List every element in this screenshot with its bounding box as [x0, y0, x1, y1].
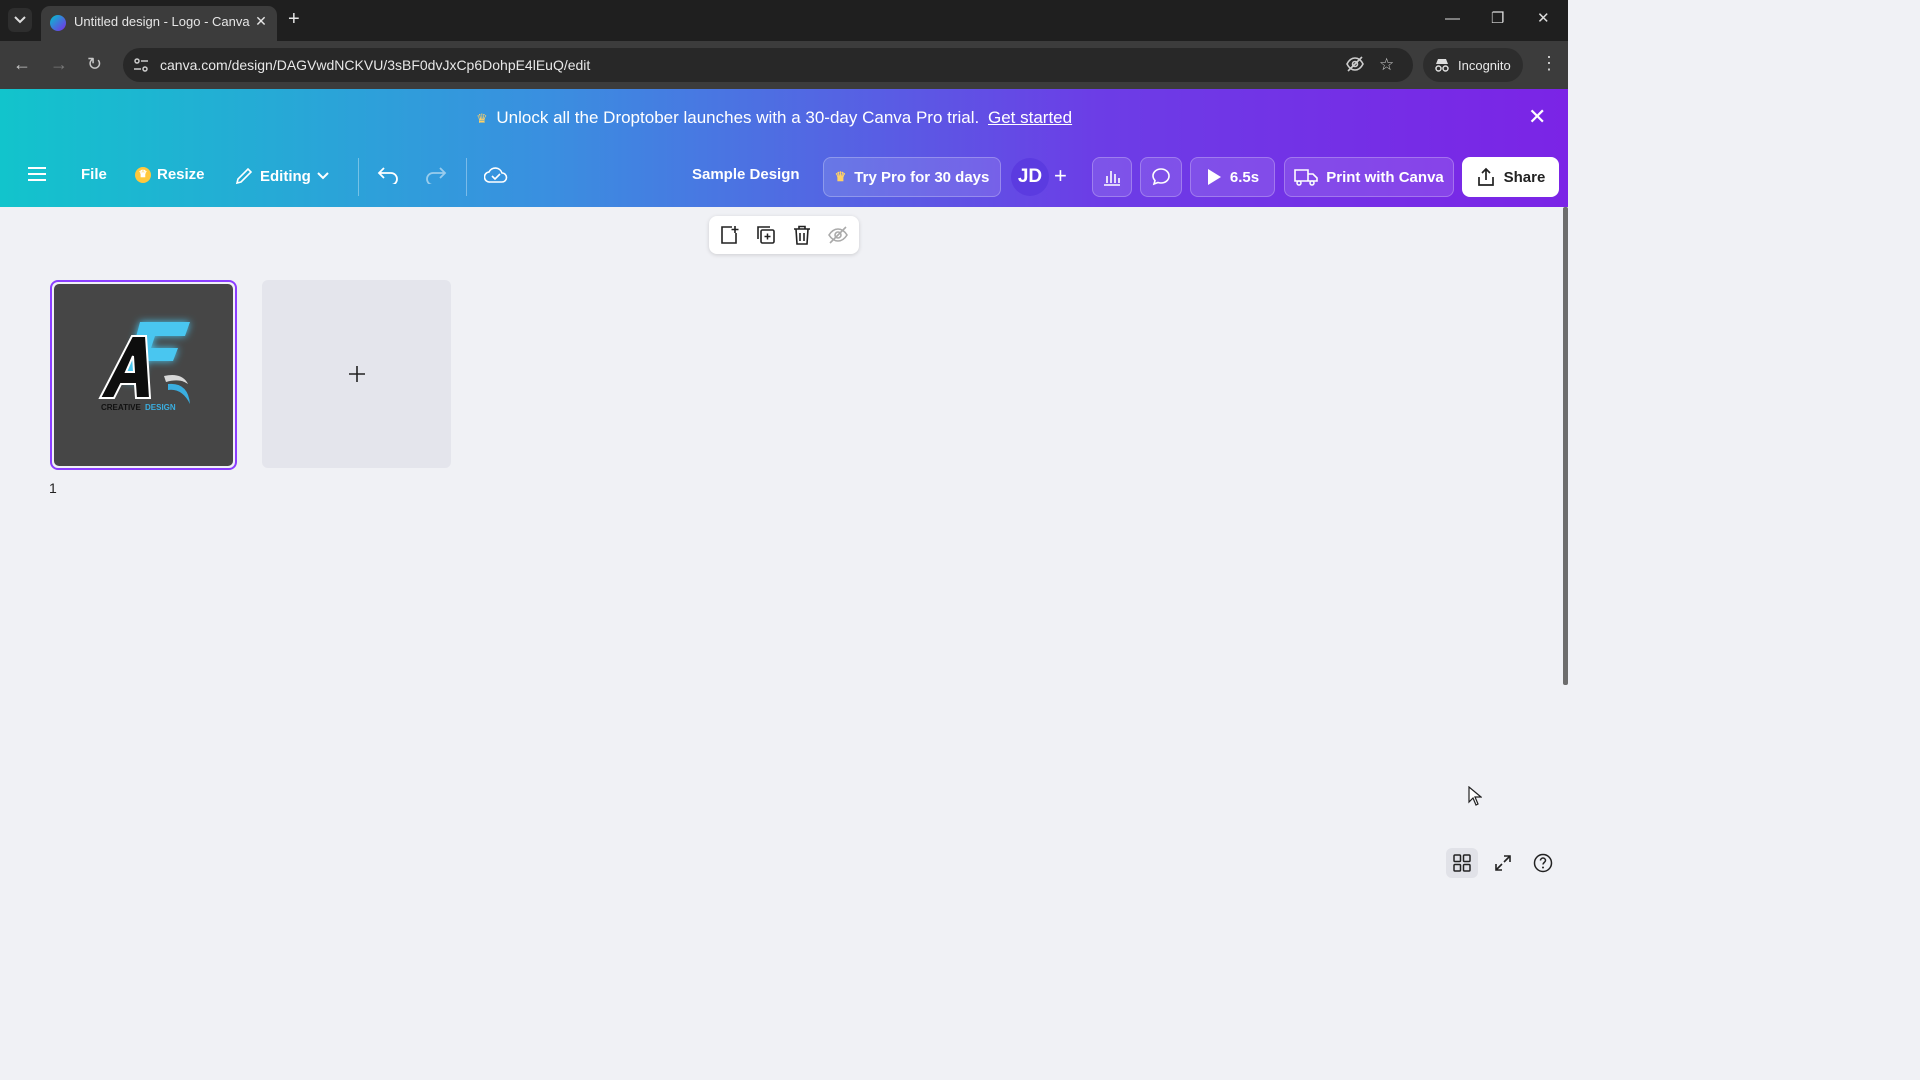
browser-tab-bar: Untitled design - Logo - Canva ✕ + — ❐ ✕	[0, 0, 1568, 41]
comment-icon	[1152, 168, 1170, 186]
tab-search-button[interactable]	[8, 8, 32, 32]
print-with-canva-button[interactable]: Print with Canva	[1284, 157, 1454, 197]
browser-tab[interactable]: Untitled design - Logo - Canva ✕	[41, 6, 277, 41]
grid-view-button[interactable]	[1446, 848, 1478, 878]
play-duration: 6.5s	[1229, 168, 1260, 186]
incognito-label: Incognito	[1458, 57, 1511, 73]
try-pro-button[interactable]: ♛ Try Pro for 30 days	[823, 157, 1001, 197]
page-number-label: 1	[49, 480, 57, 496]
pencil-icon	[235, 167, 253, 185]
url-text: canva.com/design/DAGVwdNCKVU/3sBF0dvJxCp…	[160, 57, 591, 73]
promo-message: ♛ Unlock all the Droptober launches with…	[476, 108, 1072, 128]
canva-favicon-icon	[50, 15, 66, 31]
chevron-down-icon	[317, 172, 329, 180]
editor-toolbar: File ♛ Resize Editing Sample Design ♛ Tr…	[0, 148, 1568, 207]
back-icon[interactable]: ←	[13, 54, 31, 74]
chevron-down-icon	[14, 16, 26, 24]
main-menu-icon[interactable]	[28, 167, 46, 181]
restore-icon[interactable]: ❐	[1491, 10, 1504, 28]
minimize-icon[interactable]: —	[1445, 10, 1460, 28]
toolbar-divider	[358, 158, 359, 196]
print-label: Print with Canva	[1326, 168, 1444, 186]
help-button[interactable]	[1530, 850, 1556, 876]
editing-label: Editing	[260, 167, 311, 185]
promo-banner: ♛ Unlock all the Droptober launches with…	[0, 89, 1568, 148]
add-page-button[interactable]	[262, 280, 451, 468]
promo-text: Unlock all the Droptober launches with a…	[496, 108, 980, 127]
tab-title: Untitled design - Logo - Canva	[74, 14, 250, 29]
logo-text-design: DESIGN	[145, 403, 176, 412]
bookmark-star-icon[interactable]: ☆	[1379, 55, 1394, 75]
resize-button[interactable]: ♛ Resize	[135, 166, 205, 183]
eye-off-icon[interactable]	[1345, 55, 1365, 78]
mouse-cursor-icon	[1468, 786, 1482, 806]
share-button[interactable]: Share	[1462, 157, 1559, 197]
omnibox[interactable]: canva.com/design/DAGVwdNCKVU/3sBF0dvJxCp…	[123, 48, 1413, 82]
add-page-icon[interactable]	[718, 224, 740, 246]
fullscreen-button[interactable]	[1490, 850, 1516, 876]
incognito-badge[interactable]: Incognito	[1423, 48, 1523, 82]
design-title[interactable]: Sample Design	[692, 166, 800, 183]
trash-icon[interactable]	[791, 224, 813, 246]
forward-icon[interactable]: →	[50, 54, 68, 74]
help-icon	[1533, 853, 1553, 873]
incognito-icon	[1435, 59, 1449, 72]
close-banner-icon[interactable]: ✕	[1528, 105, 1546, 129]
grid-icon	[1453, 854, 1471, 872]
site-info-icon[interactable]	[133, 57, 149, 73]
share-label: Share	[1503, 168, 1546, 186]
share-upload-icon	[1477, 167, 1494, 186]
crown-icon: ♛	[834, 169, 847, 184]
truck-icon	[1294, 169, 1319, 186]
reload-icon[interactable]: ↻	[87, 54, 102, 74]
crown-icon: ♛	[476, 111, 488, 126]
cloud-saved-icon[interactable]	[484, 166, 508, 184]
logo-design-preview: CREATIVE DESIGN	[54, 284, 233, 466]
editing-mode-button[interactable]: Editing	[234, 166, 329, 186]
toolbar-divider	[466, 158, 467, 196]
redo-icon[interactable]	[425, 166, 447, 184]
duplicate-page-icon[interactable]	[755, 224, 777, 246]
play-icon	[1207, 169, 1221, 185]
crown-icon: ♛	[135, 166, 151, 183]
present-button[interactable]: 6.5s	[1190, 157, 1275, 197]
logo-text-creative: CREATIVE	[101, 403, 142, 412]
vertical-scrollbar[interactable]	[1563, 207, 1568, 685]
bar-chart-icon	[1104, 171, 1120, 186]
get-started-link[interactable]: Get started	[988, 108, 1072, 127]
close-window-icon[interactable]: ✕	[1537, 10, 1550, 28]
close-tab-icon[interactable]: ✕	[252, 12, 270, 30]
hide-page-icon[interactable]	[827, 224, 849, 246]
comments-button[interactable]	[1140, 157, 1182, 197]
plus-icon	[348, 366, 365, 382]
browser-address-bar: ← → ↻ canva.com/design/DAGVwdNCKVU/3sBF0…	[0, 41, 1568, 89]
try-pro-label: Try Pro for 30 days	[854, 168, 990, 186]
undo-icon[interactable]	[377, 166, 399, 184]
expand-icon	[1495, 855, 1511, 871]
new-tab-icon[interactable]: +	[288, 9, 300, 29]
avatar[interactable]: JD	[1011, 158, 1049, 196]
insights-button[interactable]	[1092, 157, 1132, 197]
add-collaborator-icon[interactable]: +	[1054, 163, 1067, 189]
page-thumbnail-1[interactable]: CREATIVE DESIGN	[50, 280, 237, 470]
resize-label: Resize	[157, 166, 205, 183]
browser-menu-icon[interactable]: ⋮	[1540, 53, 1558, 74]
af-logo-image: CREATIVE DESIGN	[98, 322, 190, 412]
page-actions-toolbar	[709, 216, 859, 254]
file-menu-button[interactable]: File	[81, 166, 107, 183]
